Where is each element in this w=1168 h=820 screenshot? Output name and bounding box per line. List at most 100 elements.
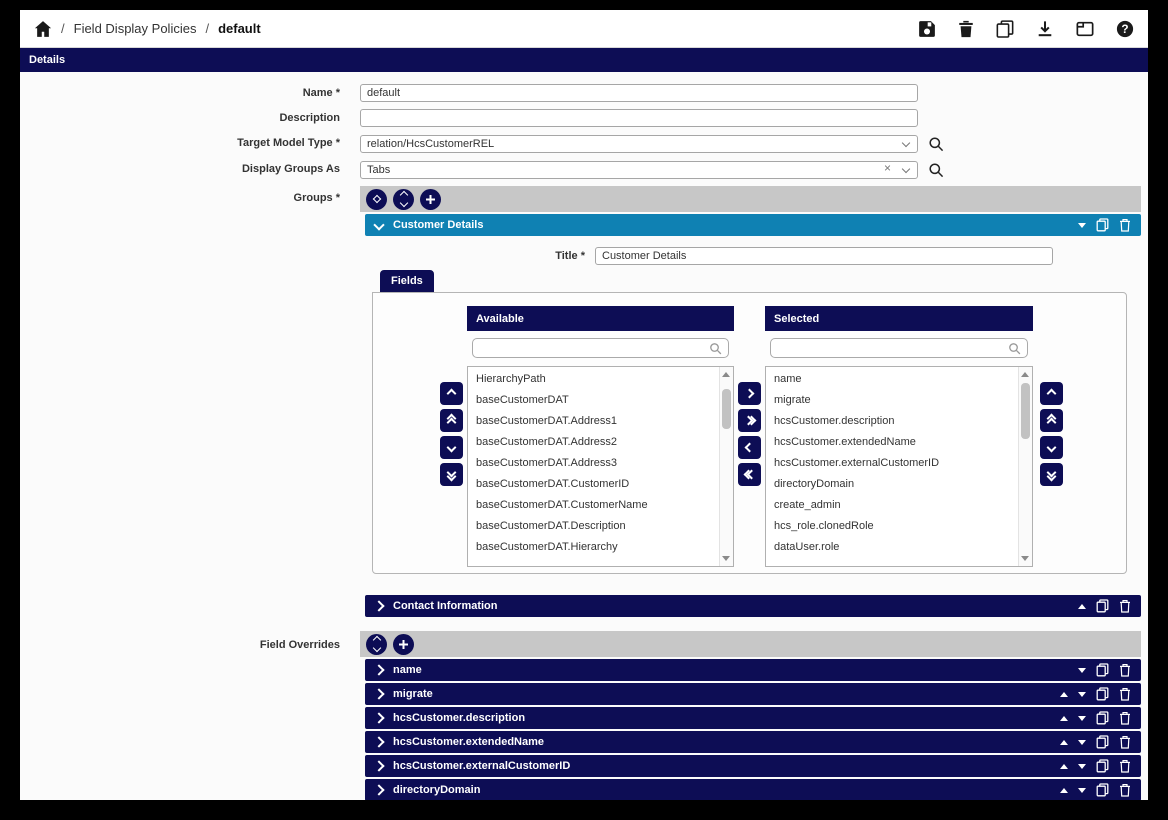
- duplicate-icon[interactable]: [1096, 783, 1109, 797]
- override-row-hcscustomer-extendedname[interactable]: hcsCustomer.extendedName: [365, 731, 1141, 753]
- move-down-icon[interactable]: [1078, 223, 1086, 228]
- copy-icon[interactable]: [996, 20, 1014, 38]
- tab-fields[interactable]: Fields: [380, 270, 434, 292]
- move-bottom-button[interactable]: [440, 463, 463, 486]
- move-down-icon[interactable]: [1078, 716, 1086, 721]
- override-row-name[interactable]: name: [365, 659, 1141, 681]
- delete-icon[interactable]: [1119, 783, 1131, 797]
- list-item[interactable]: hcsCustomer.extendedName: [766, 432, 1018, 453]
- delete-icon[interactable]: [1119, 759, 1131, 773]
- search-icon[interactable]: [928, 162, 944, 178]
- move-left-button[interactable]: [738, 436, 761, 459]
- duplicate-icon[interactable]: [1096, 663, 1109, 677]
- expand-all-button[interactable]: [393, 189, 414, 210]
- breadcrumb-field-display-policies[interactable]: Field Display Policies: [74, 21, 197, 36]
- override-row-hcscustomer-externalcustomerid[interactable]: hcsCustomer.externalCustomerID: [365, 755, 1141, 777]
- delete-icon[interactable]: [1119, 735, 1131, 749]
- delete-icon[interactable]: [1119, 218, 1131, 232]
- move-down-icon[interactable]: [1078, 788, 1086, 793]
- move-up-icon[interactable]: [1060, 788, 1068, 793]
- group-header-customer-details[interactable]: Customer Details: [365, 214, 1141, 236]
- move-top-button[interactable]: [440, 409, 463, 432]
- scrollbar-thumb[interactable]: [722, 389, 731, 429]
- search-icon[interactable]: [928, 136, 944, 152]
- delete-icon[interactable]: [958, 20, 974, 38]
- list-item[interactable]: hcsCustomer.externalCustomerID: [766, 453, 1018, 474]
- list-item[interactable]: baseCustomerDAT.Address3: [468, 453, 719, 474]
- list-item[interactable]: baseCustomerDAT.Description: [468, 516, 719, 537]
- move-up-button[interactable]: [1040, 382, 1063, 405]
- chevron-down-icon[interactable]: [903, 166, 909, 172]
- home-icon[interactable]: [34, 20, 52, 38]
- move-down-icon[interactable]: [1078, 764, 1086, 769]
- list-item[interactable]: dataUser.role: [766, 537, 1018, 558]
- list-item[interactable]: directoryDomain: [766, 474, 1018, 495]
- title-input[interactable]: [595, 247, 1053, 265]
- clear-icon[interactable]: ×: [884, 162, 891, 174]
- duplicate-icon[interactable]: [1096, 218, 1109, 232]
- description-input[interactable]: [360, 109, 918, 127]
- selected-search-input[interactable]: [770, 338, 1028, 358]
- expand-all-button[interactable]: [366, 634, 387, 655]
- move-down-button[interactable]: [1040, 436, 1063, 459]
- move-down-icon[interactable]: [1078, 692, 1086, 697]
- move-down-button[interactable]: [440, 436, 463, 459]
- duplicate-icon[interactable]: [1096, 759, 1109, 773]
- move-all-left-button[interactable]: [738, 463, 761, 486]
- duplicate-icon[interactable]: [1096, 687, 1109, 701]
- new-window-icon[interactable]: [1076, 20, 1094, 38]
- override-row-directorydomain[interactable]: directoryDomain: [365, 779, 1141, 800]
- move-right-button[interactable]: [738, 382, 761, 405]
- list-item[interactable]: baseCustomerDAT: [468, 390, 719, 411]
- move-bottom-button[interactable]: [1040, 463, 1063, 486]
- display-groups-as-select[interactable]: [360, 161, 918, 179]
- target-model-type-select[interactable]: [360, 135, 918, 153]
- available-scrollbar[interactable]: [719, 367, 733, 566]
- list-item[interactable]: hcs_role.clonedRole: [766, 516, 1018, 537]
- list-item[interactable]: baseCustomerDAT.Address1: [468, 411, 719, 432]
- list-item[interactable]: HierarchyPath: [468, 369, 719, 390]
- delete-icon[interactable]: [1119, 663, 1131, 677]
- chevron-down-icon[interactable]: [903, 140, 909, 146]
- list-item[interactable]: baseCustomerDAT.Hierarchy: [468, 537, 719, 558]
- override-row-hcscustomer-description[interactable]: hcsCustomer.description: [365, 707, 1141, 729]
- delete-icon[interactable]: [1119, 599, 1131, 613]
- help-icon[interactable]: ?: [1116, 20, 1134, 38]
- move-down-icon[interactable]: [1078, 740, 1086, 745]
- tab-details[interactable]: Details: [20, 48, 1148, 72]
- duplicate-icon[interactable]: [1096, 599, 1109, 613]
- group-header-contact-information[interactable]: Contact Information: [365, 595, 1141, 617]
- move-top-button[interactable]: [1040, 409, 1063, 432]
- move-up-icon[interactable]: [1060, 692, 1068, 697]
- available-search-input[interactable]: [472, 338, 729, 358]
- name-input[interactable]: [360, 84, 918, 102]
- duplicate-icon[interactable]: [1096, 711, 1109, 725]
- download-icon[interactable]: [1036, 20, 1054, 38]
- list-item[interactable]: baseCustomerDAT.CustomerName: [468, 495, 719, 516]
- move-up-icon[interactable]: [1078, 604, 1086, 609]
- scroll-up-icon[interactable]: [722, 372, 730, 377]
- list-item[interactable]: baseCustomerDAT.CustomerID: [468, 474, 719, 495]
- selected-scrollbar[interactable]: [1018, 367, 1032, 566]
- move-up-icon[interactable]: [1060, 740, 1068, 745]
- move-down-icon[interactable]: [1078, 668, 1086, 673]
- move-all-right-button[interactable]: [738, 409, 761, 432]
- add-override-button[interactable]: [393, 634, 414, 655]
- collapse-all-button[interactable]: [366, 189, 387, 210]
- list-item[interactable]: create_admin: [766, 495, 1018, 516]
- move-up-icon[interactable]: [1060, 764, 1068, 769]
- delete-icon[interactable]: [1119, 711, 1131, 725]
- move-up-button[interactable]: [440, 382, 463, 405]
- move-up-icon[interactable]: [1060, 716, 1068, 721]
- list-item[interactable]: baseCustomerDAT.Address2: [468, 432, 719, 453]
- delete-icon[interactable]: [1119, 687, 1131, 701]
- add-group-button[interactable]: [420, 189, 441, 210]
- scroll-up-icon[interactable]: [1021, 372, 1029, 377]
- list-item[interactable]: hcsCustomer.description: [766, 411, 1018, 432]
- scroll-down-icon[interactable]: [1021, 556, 1029, 561]
- list-item[interactable]: migrate: [766, 390, 1018, 411]
- save-icon[interactable]: [918, 20, 936, 38]
- duplicate-icon[interactable]: [1096, 735, 1109, 749]
- override-row-migrate[interactable]: migrate: [365, 683, 1141, 705]
- list-item[interactable]: name: [766, 369, 1018, 390]
